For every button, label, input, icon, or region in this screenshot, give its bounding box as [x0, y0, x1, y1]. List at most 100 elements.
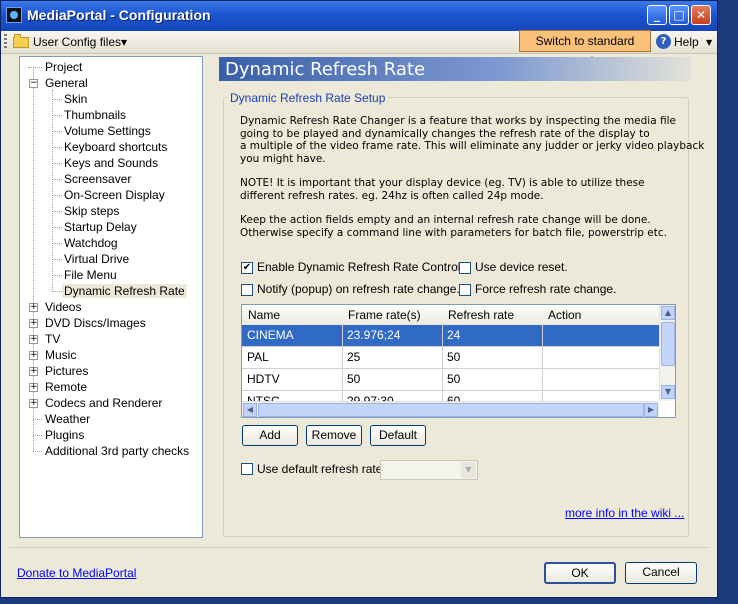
tree-item-keys-and-sounds[interactable]: Keys and Sounds	[62, 156, 160, 170]
cell-name: CINEMA	[247, 328, 294, 342]
tree-item-on-screen-display[interactable]: On-Screen Display	[62, 188, 167, 202]
collapse-icon[interactable]: −	[29, 79, 38, 88]
chevron-down-icon[interactable]: ▼	[461, 462, 476, 478]
scroll-right-icon[interactable]: ▶	[644, 403, 658, 417]
tree-item-screensaver[interactable]: Screensaver	[62, 172, 133, 186]
tree-item-tv[interactable]: TV	[43, 332, 62, 346]
table-row[interactable]: CINEMA 23.976;24 24	[242, 325, 659, 347]
tree-item-skip-steps[interactable]: Skip steps	[62, 204, 121, 218]
donate-link[interactable]: Donate to MediaPortal	[17, 566, 136, 580]
description-paragraph-1: Dynamic Refresh Rate Changer is a featur…	[240, 115, 704, 165]
force-change-label[interactable]: Force refresh rate change.	[475, 282, 616, 296]
cancel-button[interactable]: Cancel	[625, 562, 697, 584]
cell-refresh-rate: 50	[447, 350, 461, 364]
use-default-rate-checkbox[interactable]	[241, 463, 253, 475]
tree-item-general[interactable]: General	[43, 76, 90, 90]
description-line: Otherwise specify a command line with pa…	[240, 226, 667, 239]
expand-icon[interactable]: +	[29, 303, 38, 312]
vertical-scroll-thumb[interactable]	[661, 322, 675, 366]
tree-line	[33, 435, 42, 436]
expand-icon[interactable]: +	[29, 383, 38, 392]
expand-icon[interactable]: +	[29, 351, 38, 360]
groupbox-title: Dynamic Refresh Rate Setup	[227, 91, 389, 105]
page-header: Dynamic Refresh Rate	[219, 57, 691, 81]
tree-item-file-menu[interactable]: File Menu	[62, 268, 119, 282]
help-chevron-down-icon[interactable]: ▼	[706, 38, 712, 47]
tree-item-videos[interactable]: Videos	[43, 300, 83, 314]
table-row[interactable]: HDTV 50 50	[242, 369, 659, 391]
tree-item-skin[interactable]: Skin	[62, 92, 89, 106]
tree-line	[52, 211, 62, 212]
mediaportal-app-icon	[6, 7, 22, 23]
default-button[interactable]: Default	[370, 425, 426, 446]
tree-item-weather[interactable]: Weather	[43, 412, 92, 426]
cell-frame-rate: 23.976;24	[347, 328, 401, 342]
force-change-checkbox[interactable]	[459, 284, 471, 296]
table-row[interactable]: PAL 25 50	[242, 347, 659, 369]
tree-item-volume-settings[interactable]: Volume Settings	[62, 124, 153, 138]
switch-to-standard-mode-button[interactable]: Switch to standard mode	[519, 30, 651, 68]
expand-icon[interactable]: +	[29, 399, 38, 408]
tree-item-plugins[interactable]: Plugins	[43, 428, 86, 442]
user-config-files-menu[interactable]: User Config files	[33, 35, 121, 49]
tree-line	[52, 131, 62, 132]
chevron-down-icon[interactable]: ▼	[121, 38, 127, 47]
title-bar[interactable]: MediaPortal - Configuration _ □ ✕	[1, 1, 717, 31]
expand-icon[interactable]: +	[29, 335, 38, 344]
remove-button[interactable]: Remove	[306, 425, 362, 446]
tree-item-remote[interactable]: Remote	[43, 380, 89, 394]
tree-item-thumbnails[interactable]: Thumbnails	[62, 108, 128, 122]
tree-item-additional-3rd-party-checks[interactable]: Additional 3rd party checks	[43, 444, 191, 458]
tree-line	[52, 291, 62, 292]
scroll-up-icon[interactable]: ▲	[661, 306, 675, 320]
default-refresh-rate-dropdown[interactable]: ▼	[380, 460, 478, 480]
use-device-reset-label[interactable]: Use device reset.	[475, 260, 568, 274]
tree-item-watchdog[interactable]: Watchdog	[62, 236, 120, 250]
tree-item-virtual-drive[interactable]: Virtual Drive	[62, 252, 131, 266]
ok-button[interactable]: OK	[544, 562, 616, 584]
tree-line	[52, 227, 62, 228]
tree-line	[52, 99, 62, 100]
help-icon[interactable]: ?	[656, 34, 671, 49]
use-default-rate-label[interactable]: Use default refresh rate:	[257, 462, 386, 476]
tree-item-dynamic-refresh-rate[interactable]: Dynamic Refresh Rate	[62, 284, 187, 298]
notify-label[interactable]: Notify (popup) on refresh rate change.	[257, 282, 460, 296]
column-header-frame-rate[interactable]: Frame rate(s)	[348, 308, 421, 322]
tree-line	[52, 275, 62, 276]
horizontal-scroll-thumb[interactable]	[258, 403, 644, 417]
horizontal-scrollbar[interactable]: ◀ ▶	[242, 401, 659, 417]
add-button[interactable]: Add	[242, 425, 298, 446]
tree-item-startup-delay[interactable]: Startup Delay	[62, 220, 139, 234]
close-button[interactable]: ✕	[691, 5, 711, 25]
maximize-button[interactable]: □	[669, 5, 689, 25]
toolbar-grip[interactable]	[4, 34, 7, 50]
tree-item-music[interactable]: Music	[43, 348, 78, 362]
refresh-rate-grid[interactable]: Name Frame rate(s) Refresh rate Action C…	[241, 304, 676, 418]
help-menu[interactable]: Help	[674, 35, 699, 49]
notify-checkbox[interactable]	[241, 284, 253, 296]
tree-item-pictures[interactable]: Pictures	[43, 364, 90, 378]
enable-drr-label[interactable]: Enable Dynamic Refresh Rate Control.	[257, 260, 464, 274]
tree-line	[52, 90, 53, 290]
scroll-left-icon[interactable]: ◀	[243, 403, 257, 417]
tree-line	[52, 147, 62, 148]
expand-icon[interactable]: +	[29, 367, 38, 376]
column-header-name[interactable]: Name	[248, 308, 280, 322]
use-device-reset-checkbox[interactable]	[459, 262, 471, 274]
tree-item-project[interactable]: Project	[43, 60, 84, 74]
tree-item-codecs-and-renderer[interactable]: Codecs and Renderer	[43, 396, 164, 410]
minimize-button[interactable]: _	[647, 5, 667, 25]
column-separator	[342, 325, 343, 401]
column-header-refresh-rate[interactable]: Refresh rate	[448, 308, 514, 322]
column-header-action[interactable]: Action	[548, 308, 581, 322]
footer-divider	[9, 547, 709, 548]
description-line: Dynamic Refresh Rate Changer is a featur…	[240, 115, 676, 127]
wiki-link[interactable]: more info in the wiki ...	[565, 506, 684, 520]
expand-icon[interactable]: +	[29, 319, 38, 328]
settings-tree[interactable]: Project − General Skin Thumbnails Volume…	[19, 56, 203, 538]
tree-item-keyboard-shortcuts[interactable]: Keyboard shortcuts	[62, 140, 169, 154]
vertical-scrollbar[interactable]: ▲ ▼	[659, 305, 675, 401]
enable-drr-checkbox[interactable]: ✔	[241, 262, 253, 274]
scroll-down-icon[interactable]: ▼	[661, 385, 675, 399]
tree-item-dvd-discs[interactable]: DVD Discs/Images	[43, 316, 148, 330]
